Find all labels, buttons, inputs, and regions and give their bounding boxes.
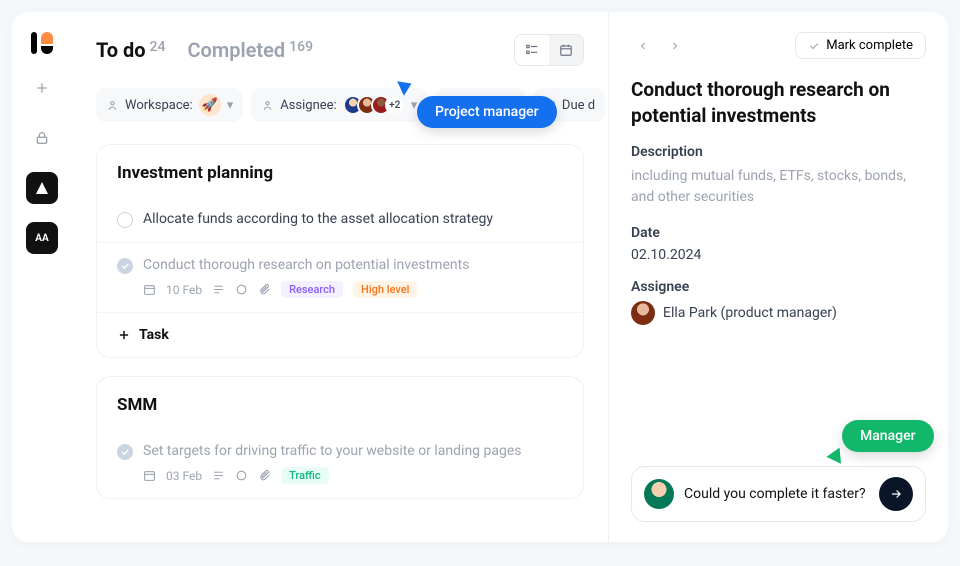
assignee-avatar [631, 301, 655, 325]
nav-item-1[interactable] [26, 172, 58, 204]
add-button[interactable] [26, 72, 58, 104]
checkbox-checked[interactable] [117, 258, 133, 274]
task-row[interactable]: Conduct thorough research on potential i… [97, 242, 583, 312]
date-value: 02.10.2024 [631, 247, 926, 263]
calendar-view-button[interactable] [549, 35, 583, 65]
chevron-down-icon: ▾ [227, 98, 234, 113]
task-row[interactable]: Set targets for driving traffic to your … [97, 429, 583, 498]
left-rail: AA [12, 12, 72, 542]
comment-box: Could you complete it faster? [631, 466, 926, 522]
task-group: Investment planning Allocate funds accor… [96, 144, 584, 358]
list-view-button[interactable] [515, 35, 549, 65]
rocket-icon: 🚀 [199, 94, 221, 116]
text-icon [212, 469, 225, 482]
person-icon [106, 99, 119, 112]
task-meta: 03 Feb Traffic [143, 467, 563, 484]
assignee-label: Assignee [631, 279, 926, 295]
attachment-icon [258, 469, 271, 482]
task-meta: 10 Feb Research High level [143, 281, 563, 298]
calendar-icon [143, 469, 156, 482]
description-label: Description [631, 144, 926, 160]
group-title: Investment planning [97, 145, 583, 197]
nav-item-text[interactable]: AA [26, 222, 58, 254]
checkbox-checked[interactable] [117, 444, 133, 460]
app-logo [31, 32, 53, 54]
badge-project-manager: Project manager [417, 96, 557, 128]
comment-icon [235, 283, 248, 296]
badge-manager: Manager [842, 420, 934, 452]
add-task-button[interactable]: Task [97, 312, 583, 357]
date-label: Date [631, 225, 926, 241]
commenter-avatar [644, 479, 674, 509]
next-button[interactable] [663, 34, 687, 58]
person-icon [261, 99, 274, 112]
mark-complete-button[interactable]: Mark complete [795, 32, 926, 59]
assignee-avatars: +2 [343, 95, 405, 115]
send-button[interactable] [879, 477, 913, 511]
view-toggle [514, 34, 584, 66]
filter-assignee[interactable]: Assignee: +2 ▾ [251, 88, 427, 122]
panel-title: Conduct thorough research on potential i… [631, 77, 926, 128]
comment-icon [235, 469, 248, 482]
prev-button[interactable] [631, 34, 655, 58]
attachment-icon [258, 283, 271, 296]
description-text: including mutual funds, ETFs, stocks, bo… [631, 166, 926, 207]
comment-input[interactable]: Could you complete it faster? [684, 486, 869, 502]
calendar-icon [143, 283, 156, 296]
text-icon [212, 283, 225, 296]
checkbox-empty[interactable] [117, 212, 133, 228]
task-row[interactable]: Allocate funds according to the asset al… [97, 197, 583, 242]
task-group: SMM Set targets for driving traffic to y… [96, 376, 584, 499]
group-title: SMM [97, 377, 583, 429]
filter-workspace[interactable]: Workspace: 🚀 ▾ [96, 88, 243, 122]
lock-icon[interactable] [26, 122, 58, 154]
detail-panel: Mark complete Conduct thorough research … [608, 12, 948, 542]
tab-todo[interactable]: To do 24 [96, 38, 165, 62]
assignee-name: Ella Park (product manager) [663, 305, 837, 321]
main-column: To do 24 Completed 169 Workspace: 🚀 [72, 12, 608, 542]
tab-completed[interactable]: Completed 169 [187, 38, 313, 62]
